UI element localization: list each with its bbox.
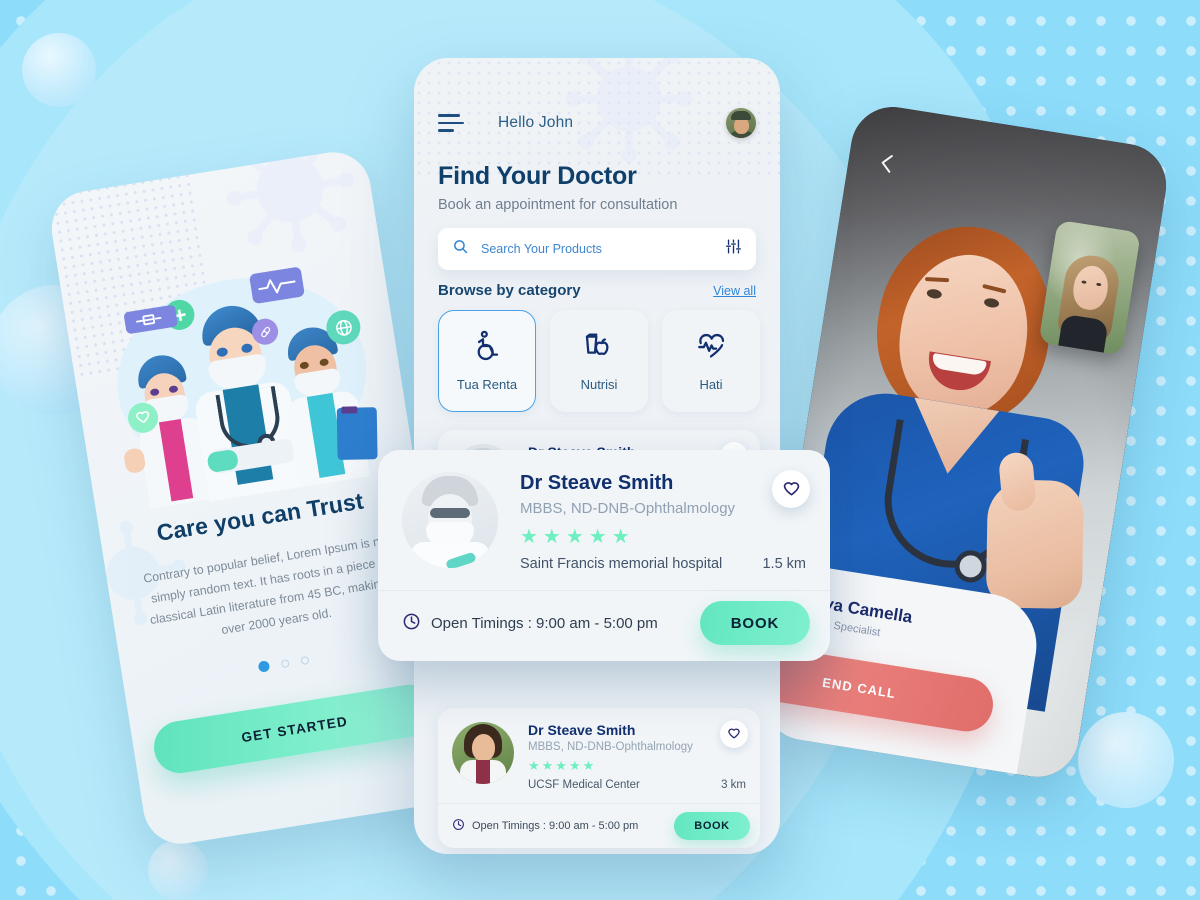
category-card-nutrisi[interactable]: Nutrisi (550, 310, 648, 412)
decorative-circle (1078, 712, 1174, 808)
category-label: Hati (699, 377, 723, 392)
doctor-hospital: Saint Francis memorial hospital (520, 556, 723, 572)
browse-title: Browse by category (438, 282, 581, 299)
doctor-distance: 3 km (721, 779, 746, 791)
doctor-name: Dr Steave Smith (520, 472, 674, 494)
book-button[interactable]: BOOK (674, 812, 750, 840)
mockup-stage: Care you can Trust Contrary to popular b… (0, 0, 1200, 900)
open-timings: Open Timings : 9:00 am - 5:00 pm (402, 612, 658, 635)
thumbs-up-gesture (997, 451, 1037, 513)
back-chevron-icon[interactable] (873, 151, 900, 178)
browse-by-category-row: Browse by category View all (438, 282, 756, 299)
book-button[interactable]: BOOK (700, 601, 810, 645)
page-subtitle: Book an appointment for consultation (438, 197, 678, 213)
greeting-text: Hello John (498, 114, 574, 131)
clock-icon (402, 612, 421, 635)
pagination-dot[interactable] (280, 658, 290, 668)
category-card-hati[interactable]: Hati (662, 310, 760, 412)
doctor-degree: MBBS, ND-DNB-Ophthalmology (528, 741, 693, 753)
doctor-card[interactable]: Dr Steave Smith MBBS, ND-DNB-Ophthalmolo… (438, 708, 760, 848)
category-card-tua-renta[interactable]: Tua Renta (438, 310, 536, 412)
pip-eye (1081, 280, 1087, 285)
doctor-hospital: UCSF Medical Center (528, 779, 640, 791)
heart-pulse-icon (695, 330, 727, 367)
rating-stars: ★★★★★ (528, 758, 597, 773)
favorite-heart-icon[interactable] (720, 720, 748, 748)
pip-eye (1096, 282, 1102, 287)
juice-apple-icon (583, 330, 615, 367)
doctor-name: Dr Steave Smith (528, 722, 636, 738)
search-bar[interactable]: Search Your Products (438, 228, 756, 270)
view-all-link[interactable]: View all (713, 284, 756, 298)
favorite-heart-icon[interactable] (772, 470, 810, 508)
category-label: Tua Renta (456, 377, 518, 392)
page-title: Find Your Doctor (438, 162, 637, 190)
open-timings: Open Timings : 9:00 am - 5:00 pm (452, 818, 638, 834)
search-input[interactable]: Search Your Products (481, 242, 725, 256)
get-started-button[interactable]: GET STARTED (150, 681, 439, 777)
featured-doctor-card[interactable]: Dr Steave Smith MBBS, ND-DNB-Ophthalmolo… (378, 450, 830, 661)
app-header: Hello John (438, 106, 756, 140)
doctor-distance: 1.5 km (762, 556, 806, 572)
open-timings-text: Open Timings : 9:00 am - 5:00 pm (431, 614, 658, 632)
filter-sliders-icon[interactable] (725, 238, 742, 260)
pagination-dot-active[interactable] (257, 660, 270, 673)
decorative-circle (148, 840, 208, 900)
category-list: Tua Renta Nutrisi Hati (438, 310, 760, 412)
doctors-illustration (71, 243, 405, 517)
search-icon (452, 238, 469, 260)
wheelchair-icon (471, 330, 503, 367)
participant-hand (985, 479, 1084, 610)
user-avatar[interactable] (726, 108, 756, 138)
category-label: Nutrisi (580, 377, 618, 392)
doctor-degree: MBBS, ND-DNB-Ophthalmology (520, 500, 736, 517)
decorative-circle (22, 33, 96, 107)
open-timings-text: Open Timings : 9:00 am - 5:00 pm (472, 820, 639, 832)
doctor-photo (452, 722, 514, 784)
hamburger-menu-icon[interactable] (438, 114, 464, 132)
clock-icon (452, 818, 465, 834)
rating-stars: ★★★★★ (520, 526, 635, 548)
pagination-dot[interactable] (299, 655, 310, 665)
doctor-photo (402, 472, 498, 568)
